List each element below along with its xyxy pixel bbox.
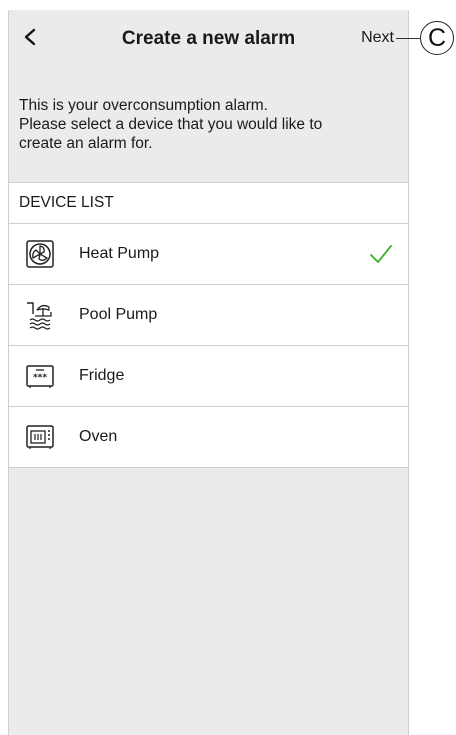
page-title: Create a new alarm xyxy=(121,28,296,49)
intro-text: This is your overconsumption alarm. Plea… xyxy=(19,96,399,153)
device-item-heat-pump[interactable]: Heat Pump xyxy=(9,224,408,285)
intro-line: This is your overconsumption alarm. xyxy=(19,97,268,114)
callout-leader-line xyxy=(396,38,420,39)
device-item-oven[interactable]: Oven xyxy=(9,407,408,468)
svg-text:***: *** xyxy=(33,373,47,383)
device-label: Fridge xyxy=(79,367,125,384)
device-label: Oven xyxy=(79,428,118,445)
device-item-fridge[interactable]: *** Fridge xyxy=(9,346,408,407)
intro-line: create an alarm for. xyxy=(19,135,153,152)
header: Create a new alarm Next xyxy=(9,10,408,68)
heat-pump-icon xyxy=(25,239,55,269)
device-item-pool-pump[interactable]: Pool Pump xyxy=(9,285,408,346)
device-label: Heat Pump xyxy=(79,245,160,262)
pool-pump-icon xyxy=(25,300,55,330)
intro-line: Please select a device that you would li… xyxy=(19,116,323,133)
app-screen: Create a new alarm Next This is your ove… xyxy=(8,10,409,735)
device-list: DEVICE LIST Heat Pump Pool Pump *** Frid… xyxy=(9,182,408,468)
callout-marker: C xyxy=(420,21,454,55)
device-list-header: DEVICE LIST xyxy=(9,182,408,224)
next-button[interactable]: Next xyxy=(361,29,394,47)
oven-icon xyxy=(25,422,55,452)
fridge-icon: *** xyxy=(25,361,55,391)
checkmark-icon xyxy=(370,245,392,263)
device-label: Pool Pump xyxy=(79,306,158,323)
